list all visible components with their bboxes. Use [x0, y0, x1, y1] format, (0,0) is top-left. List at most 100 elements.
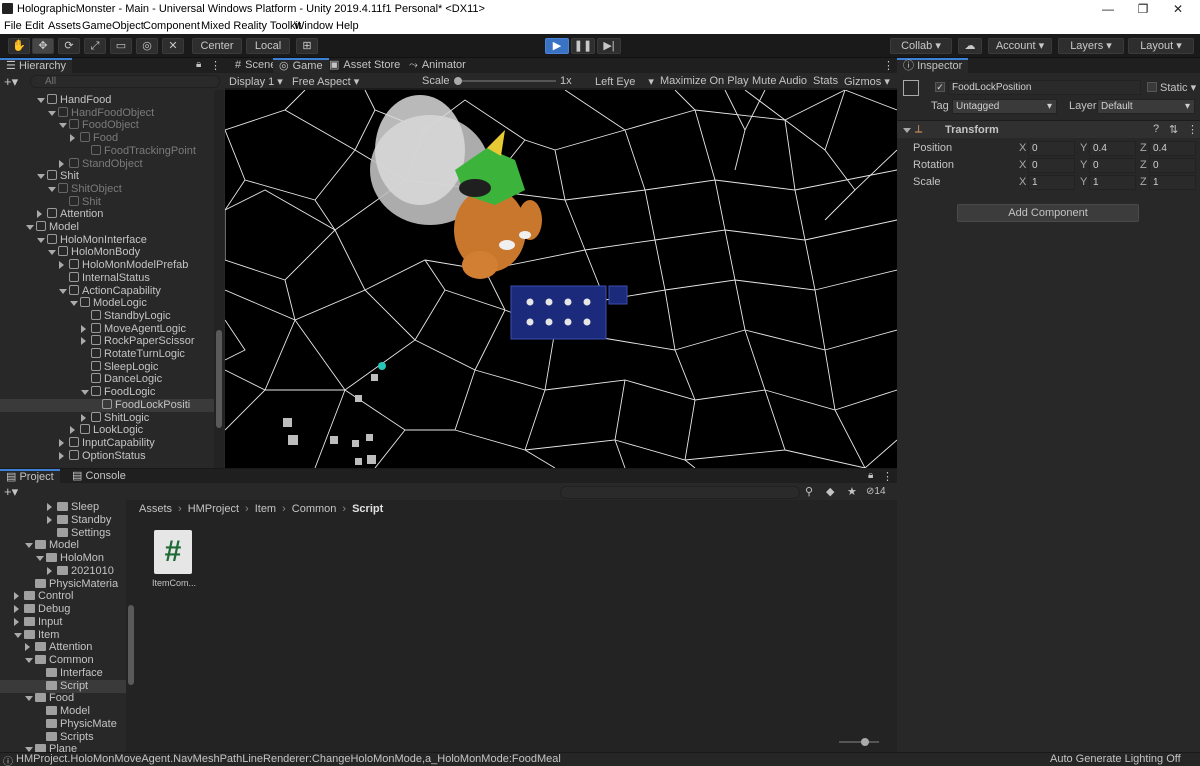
menu-mixed-reality-toolkit[interactable]: Mixed Reality Toolkit	[201, 20, 301, 32]
folder-row[interactable]: PhysicMate	[46, 718, 117, 731]
expand-arrow-icon[interactable]	[37, 98, 45, 103]
aspect-dropdown[interactable]: Free Aspect ▾	[292, 75, 359, 88]
add-component-button[interactable]: Add Component	[957, 204, 1139, 222]
hierarchy-row[interactable]: HoloMonBody	[48, 246, 140, 259]
expand-arrow-icon[interactable]	[25, 543, 33, 549]
project-menu-icon[interactable]: ⋮	[882, 470, 893, 483]
expand-arrow-icon[interactable]	[59, 451, 64, 460]
folder-row[interactable]: Input	[14, 616, 62, 629]
expand-arrow-icon[interactable]	[36, 556, 44, 561]
hierarchy-row[interactable]: Shit	[37, 170, 79, 183]
preset-icon[interactable]: ⇅	[1169, 123, 1178, 136]
static-dropdown[interactable]: Static ▾	[1160, 81, 1196, 94]
breadcrumb-item[interactable]: Script	[352, 503, 383, 515]
folder-row[interactable]: PhysicMateria	[35, 578, 118, 591]
script-asset-label[interactable]: ItemCom...	[152, 578, 196, 588]
rotation-y-field[interactable]: 0	[1089, 158, 1136, 173]
hierarchy-row[interactable]: RockPaperScissor	[81, 335, 194, 348]
hierarchy-row[interactable]: HoloMonInterface	[37, 233, 147, 247]
gizmos-dropdown[interactable]: Gizmos ▾	[844, 75, 890, 88]
folder-row[interactable]: Script	[46, 680, 88, 693]
expand-arrow-icon[interactable]	[59, 159, 64, 168]
create-button[interactable]: +▾	[4, 74, 18, 90]
display-dropdown[interactable]: Display 1 ▾	[229, 75, 283, 88]
menu-gameobject[interactable]: GameObject	[82, 20, 144, 32]
hierarchy-row[interactable]: ModeLogic	[70, 297, 147, 310]
tab-console[interactable]: ▤ Console	[66, 469, 132, 484]
transform-tool-button[interactable]: ◎	[136, 38, 158, 54]
expand-arrow-icon[interactable]	[14, 632, 22, 638]
menu-edit[interactable]: Edit	[25, 20, 44, 32]
expand-arrow-icon[interactable]	[59, 123, 67, 129]
project-create-button[interactable]: +▾	[4, 484, 18, 500]
hierarchy-row[interactable]: OptionStatus	[59, 449, 146, 463]
scene-menu-icon[interactable]: ⋮	[883, 59, 894, 72]
tab-project[interactable]: ▤ Project	[0, 469, 60, 484]
help-icon[interactable]: ?	[1153, 123, 1159, 135]
hierarchy-row[interactable]: HandFoodObject	[48, 106, 154, 120]
step-button[interactable]: ▶|	[597, 38, 621, 54]
menu-component[interactable]: Component	[143, 20, 200, 32]
folder-row[interactable]: Attention	[25, 641, 92, 654]
scale-z-field[interactable]: 1	[1149, 175, 1196, 190]
move-tool-button[interactable]: ✥	[32, 38, 54, 54]
expand-arrow-icon[interactable]	[48, 250, 56, 256]
folder-row[interactable]: Model	[46, 705, 90, 718]
folder-row[interactable]: Scripts	[46, 731, 94, 744]
tab-game[interactable]: ◎ Game	[273, 58, 329, 73]
expand-arrow-icon[interactable]	[25, 643, 30, 652]
expand-arrow-icon[interactable]	[70, 134, 75, 143]
hierarchy-scrollbar[interactable]	[214, 90, 224, 468]
project-lock-icon[interactable]: 🔒︎	[868, 470, 873, 481]
search-by-type-icon[interactable]: ⚲	[805, 485, 813, 498]
project-tree-scroll-thumb[interactable]	[128, 605, 134, 685]
position-y-field[interactable]: 0.4	[1089, 141, 1136, 156]
project-tree-scrollbar[interactable]	[126, 500, 136, 752]
layout-dropdown[interactable]: Layout ▾	[1128, 38, 1194, 54]
kebab-menu-icon[interactable]: ⋮	[210, 59, 221, 72]
hierarchy-row[interactable]: InputCapability	[59, 436, 155, 450]
hierarchy-row[interactable]: Attention	[37, 208, 103, 221]
expand-arrow-icon[interactable]	[59, 438, 64, 447]
scale-x-field[interactable]: 1	[1028, 175, 1075, 190]
script-asset-icon[interactable]: #	[154, 530, 192, 574]
folder-row[interactable]: Control	[14, 590, 73, 603]
folder-row[interactable]: Debug	[14, 603, 70, 616]
folder-row[interactable]: Food	[25, 692, 74, 705]
position-z-field[interactable]: 0.4	[1149, 141, 1196, 156]
hierarchy-row[interactable]: StandbyLogic	[91, 309, 171, 323]
folder-row[interactable]: Settings	[57, 527, 111, 540]
expand-arrow-icon[interactable]	[48, 110, 56, 116]
hierarchy-row[interactable]: MoveAgentLogic	[81, 322, 186, 336]
close-button[interactable]: ✕	[1155, 0, 1200, 18]
hierarchy-row[interactable]: LookLogic	[70, 424, 143, 437]
project-search-input[interactable]	[560, 486, 800, 499]
hierarchy-row[interactable]: FoodObject	[59, 119, 139, 132]
expand-arrow-icon[interactable]	[59, 288, 67, 294]
rotate-tool-button[interactable]: ⟳	[58, 38, 80, 54]
hierarchy-search-input[interactable]	[30, 75, 220, 88]
layer-dropdown[interactable]: Default ▾	[1097, 99, 1195, 114]
play-button[interactable]: ▶	[545, 38, 569, 54]
scale-y-field[interactable]: 1	[1089, 175, 1136, 190]
search-by-label-icon[interactable]: ◆	[826, 485, 834, 498]
hand-tool-button[interactable]: ✋	[8, 38, 30, 54]
maximize-on-play-toggle[interactable]: Maximize On Play	[660, 75, 749, 87]
expand-arrow-icon[interactable]	[37, 237, 45, 243]
hierarchy-row[interactable]: ActionCapability	[59, 284, 161, 298]
scale-tool-button[interactable]: ⤢	[84, 38, 106, 54]
icon-size-slider[interactable]	[839, 738, 879, 746]
status-message[interactable]: HMProject.HoloMonMoveAgent.NavMeshPathLi…	[16, 753, 561, 765]
expand-arrow-icon[interactable]	[47, 503, 52, 511]
expand-arrow-icon[interactable]	[70, 301, 78, 307]
tab-animator[interactable]: ⤳ Animator	[403, 58, 472, 73]
expand-arrow-icon[interactable]	[70, 426, 75, 435]
menu-file[interactable]: File	[4, 20, 22, 32]
hierarchy-row[interactable]: FoodTrackingPoint	[91, 144, 196, 158]
menu-assets[interactable]: Assets	[48, 20, 81, 32]
pivot-center-toggle[interactable]: Center	[192, 38, 242, 54]
tab-inspector[interactable]: ⓘ Inspector	[897, 58, 969, 73]
expand-arrow-icon[interactable]	[37, 210, 42, 219]
expand-arrow-icon[interactable]	[47, 566, 52, 575]
position-x-field[interactable]: 0	[1028, 141, 1075, 156]
